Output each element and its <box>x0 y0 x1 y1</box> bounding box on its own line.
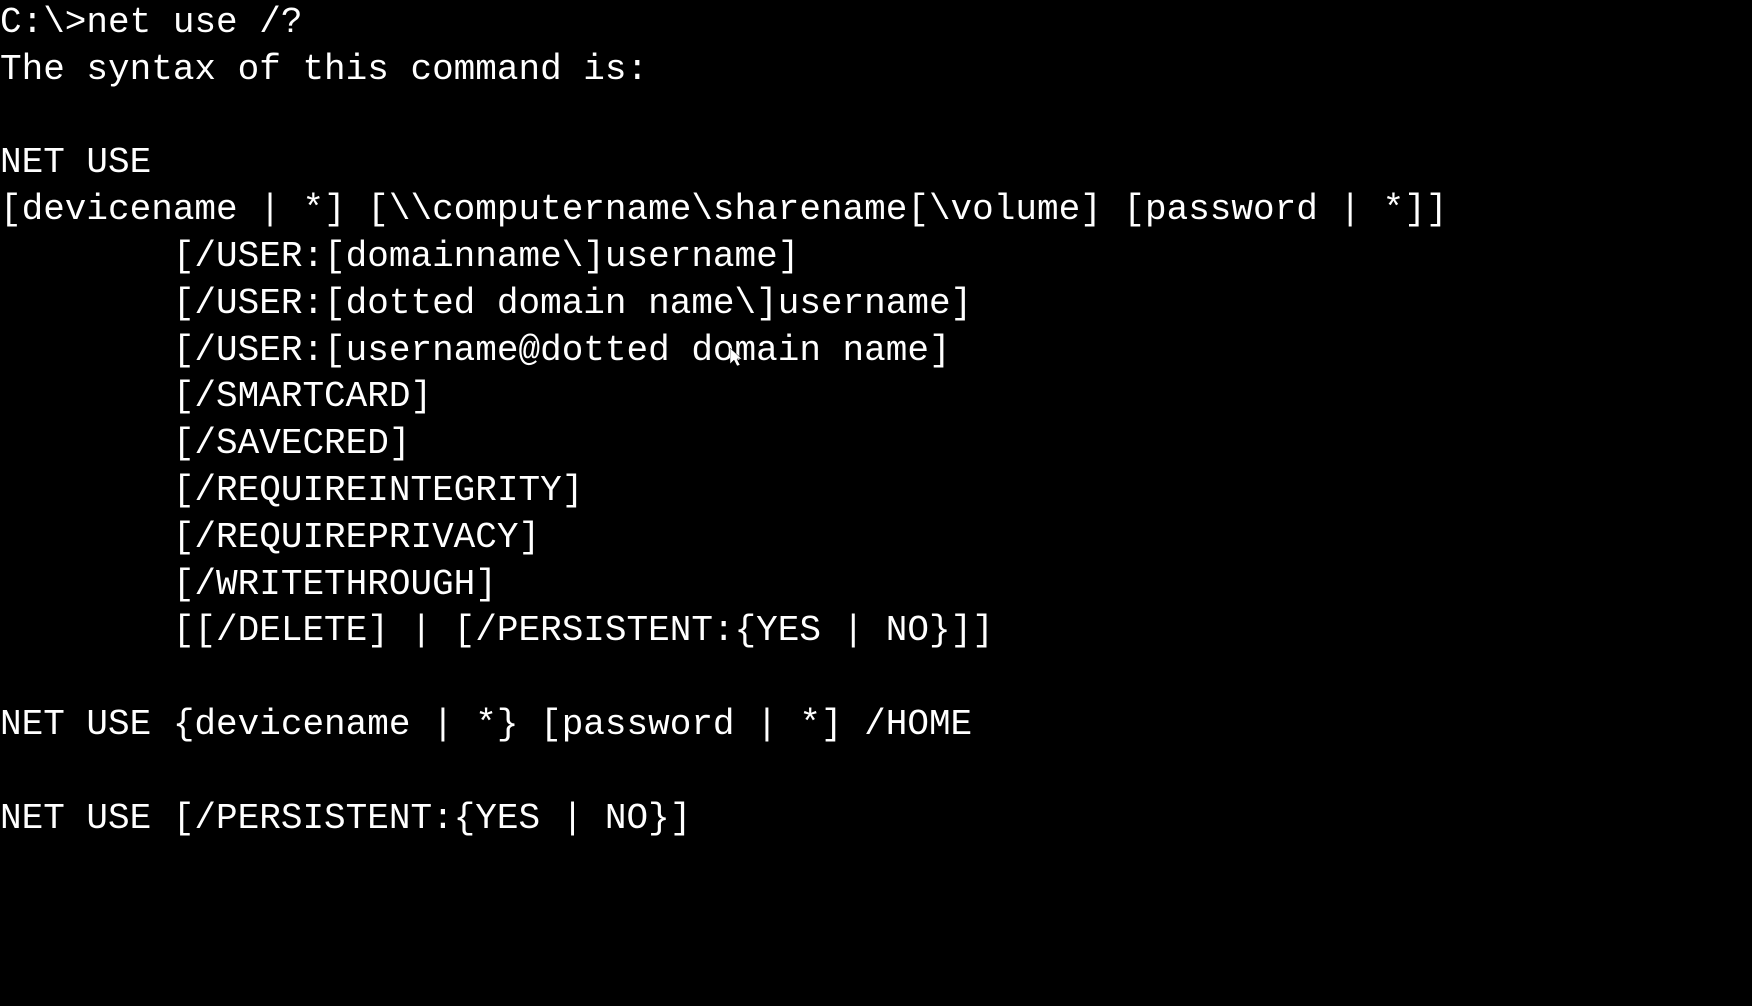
output-line: [devicename | *] [\\computername\sharena… <box>0 189 1447 230</box>
output-line: [/USER:[domainname\]username] <box>0 236 799 277</box>
output-line: NET USE [/PERSISTENT:{YES | NO}] <box>0 798 691 839</box>
output-line: [/WRITETHROUGH] <box>0 564 497 605</box>
output-line: The syntax of this command is: <box>0 49 648 90</box>
output-line: [/USER:[dotted domain name\]username] <box>0 283 972 324</box>
output-line: [[/DELETE] | [/PERSISTENT:{YES | NO}]] <box>0 610 994 651</box>
command-prompt: C:\> <box>0 2 86 43</box>
output-line: NET USE <box>0 142 151 183</box>
output-line: NET USE {devicename | *} [password | *] … <box>0 704 972 745</box>
output-line: [/SAVECRED] <box>0 423 410 464</box>
output-line: [/REQUIREPRIVACY] <box>0 517 540 558</box>
output-line: [/REQUIREINTEGRITY] <box>0 470 583 511</box>
terminal-window[interactable]: C:\>net use /? The syntax of this command… <box>0 0 1752 842</box>
command-input: net use /? <box>86 2 302 43</box>
output-line: [/SMARTCARD] <box>0 376 432 417</box>
output-line: [/USER:[username@dotted domain name] <box>0 330 951 371</box>
